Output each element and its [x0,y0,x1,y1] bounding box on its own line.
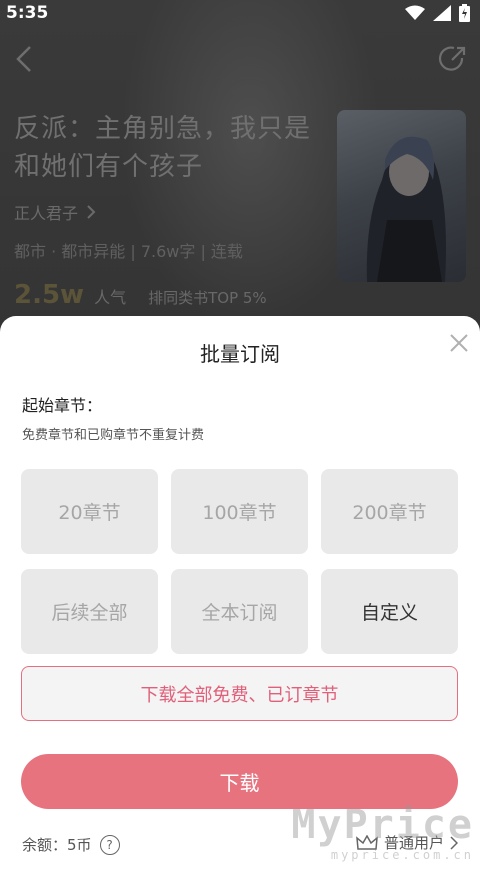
wifi-icon [405,5,425,20]
watermark-sub: myprice.com.cn [330,848,474,862]
option-custom[interactable]: 自定义 [321,569,458,654]
status-time: 5:35 [6,3,49,23]
billing-note: 免费章节和已购章节不重复计费 [22,428,205,443]
start-chapter-label: 起始章节： [22,396,103,415]
rank-label: 排同类书TOP 5% [148,289,267,307]
balance-text: 余额：5币 [22,836,92,854]
popularity-label: 人气 [94,288,127,307]
share-icon[interactable] [438,44,468,74]
balance-row: 余额：5币 ? [22,834,120,855]
download-button[interactable]: 下载 [21,754,458,809]
status-bar: 5:35 [0,0,480,28]
status-icons [405,4,470,22]
option-20-chapters[interactable]: 20章节 [21,469,158,554]
popularity-value: 2.5w [14,280,85,310]
watermark-main: MyPrice [291,802,474,848]
close-icon[interactable] [446,330,472,356]
signal-icon [433,5,451,21]
back-icon[interactable] [12,44,36,74]
help-icon[interactable]: ? [99,834,120,855]
book-title: 反派：主角别急，我只是和她们有个孩子 [14,114,312,182]
cover-illustration [366,136,446,282]
book-stats: 2.5w 人气 排同类书TOP 5% [14,280,267,310]
watermark: MyPrice myprice.com.cn [291,802,474,862]
book-author[interactable]: 正人君子 [14,200,96,224]
book-meta: 都市 · 都市异能 | 7.6w字 | 连载 [14,242,243,261]
batch-subscribe-sheet: 批量订阅 起始章节： 免费章节和已购章节不重复计费 20章节 100章节 200… [0,316,480,872]
sheet-title: 批量订阅 [200,342,280,366]
option-all-remaining[interactable]: 后续全部 [21,569,158,654]
book-cover[interactable] [337,110,466,282]
chevron-right-icon [87,205,96,219]
author-name: 正人君子 [14,204,79,223]
battery-icon [459,4,470,22]
option-full-book[interactable]: 全本订阅 [171,569,308,654]
download-free-purchased-button[interactable]: 下载全部免费、已订章节 [21,666,458,721]
option-100-chapters[interactable]: 100章节 [171,469,308,554]
option-200-chapters[interactable]: 200章节 [321,469,458,554]
